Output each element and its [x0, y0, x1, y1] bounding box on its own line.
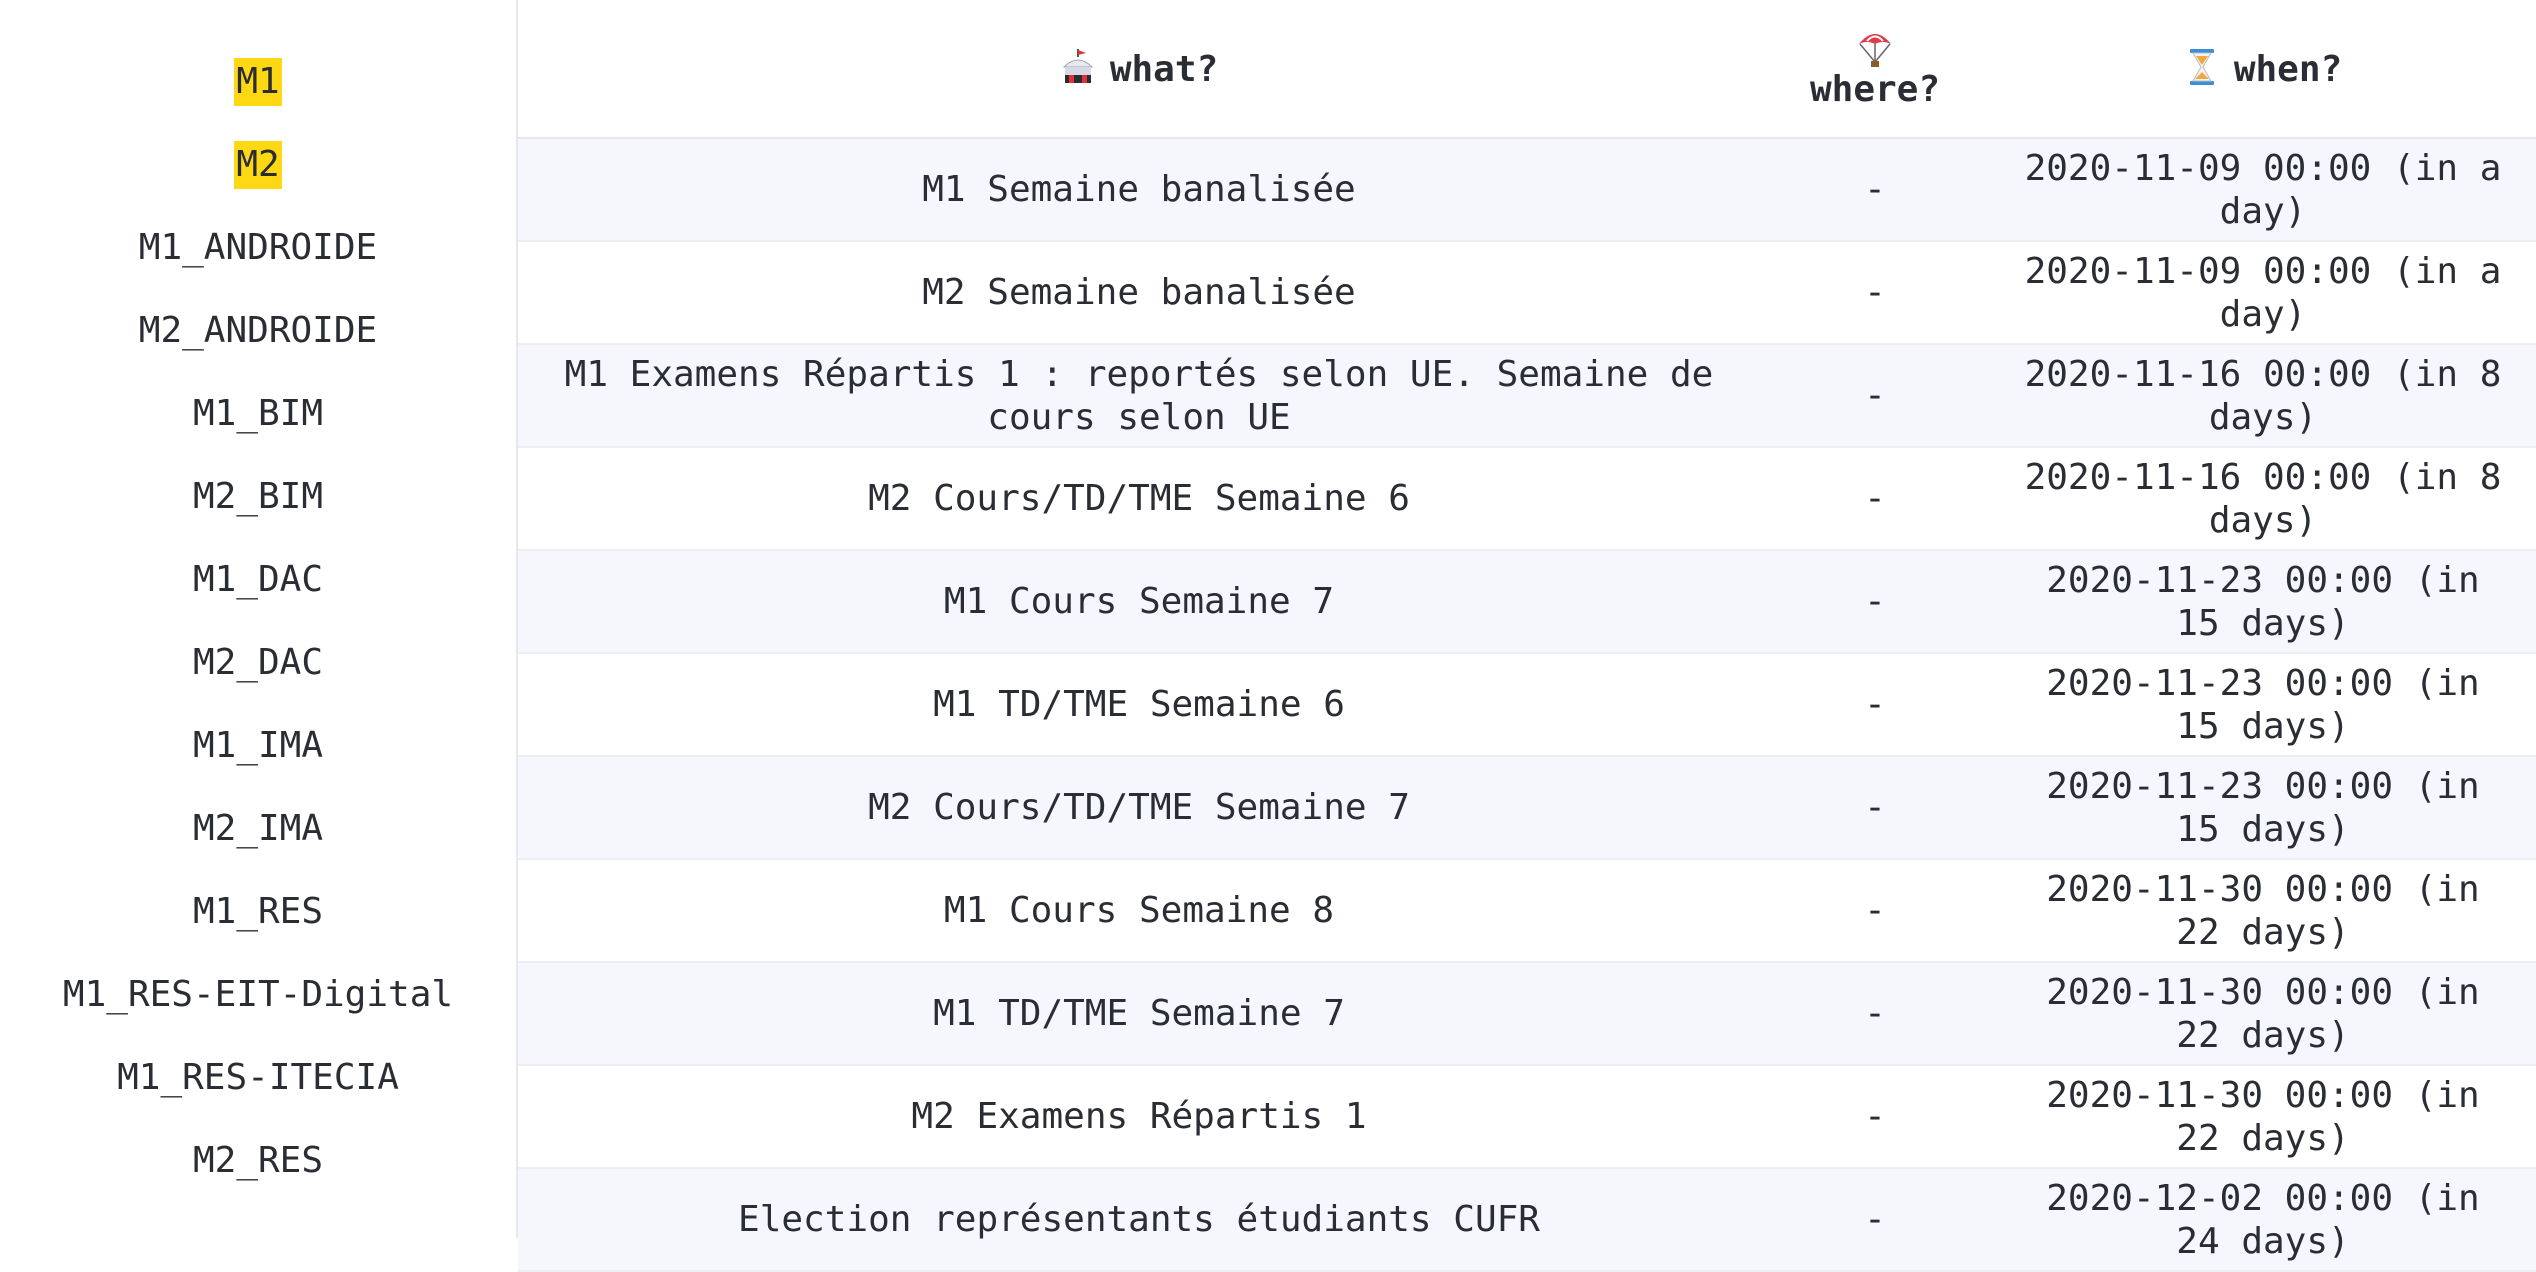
cell-when: 2020-11-09 00:00 (in a day) [2024, 250, 2502, 335]
sidebar-item-m2-dac[interactable]: M2_DAC [0, 639, 516, 722]
sidebar-item-label: M1_RES [192, 891, 324, 932]
table-row: M1 Semaine banalisée - 2020-11-09 00:00 (i… [518, 138, 2536, 241]
table-row: M1 TD/TME Semaine 7 - 2020-11-30 00:00 (in… [518, 962, 2536, 1065]
header-what-label: what? [1109, 48, 1219, 90]
sidebar-item-m1-bim[interactable]: M1_BIM [0, 390, 516, 473]
sidebar-item-label: M2_ANDROIDE [138, 310, 378, 351]
sidebar-item-label: M1_IMA [192, 725, 324, 766]
parachute-icon [1859, 33, 1891, 67]
table-row: Election représentants étudiants CUFR - 20… [518, 1168, 2536, 1271]
cell-what: M1 TD/TME Semaine 6 [933, 684, 1345, 725]
sidebar-item-label: M1_RES-EIT-Digital [62, 974, 454, 1015]
cell-when: 2020-11-30 00:00 (in 22 days) [2046, 971, 2480, 1056]
sidebar-item-label: M1_RES-ITECIA [117, 1057, 399, 1098]
sidebar-item-m2-ima[interactable]: M2_IMA [0, 805, 516, 888]
cell-when: 2020-11-16 00:00 (in 8 days) [2024, 353, 2502, 438]
table-row: M1 Examens Répartis 1 : reportés selon U… [518, 344, 2536, 447]
cell-when: 2020-11-23 00:00 (in 15 days) [2046, 559, 2480, 644]
sidebar-item-label: M1_BIM [192, 393, 324, 434]
sidebar: M1 M2 M1_ANDROIDE M2_ANDROIDE M1_BIM M2_BIM M1… [0, 0, 518, 1238]
header-when-label: when? [2233, 48, 2343, 90]
table-row: M2 Cours/TD/TME Semaine 7 - 2020-11-23 00:… [518, 756, 2536, 859]
header-when: when? [1990, 0, 2536, 138]
circus-tent-icon [1062, 48, 1094, 83]
sidebar-item-m1-dac[interactable]: M1_DAC [0, 556, 516, 639]
sidebar-item-label: M2 [234, 141, 282, 189]
cell-what: M1 TD/TME Semaine 7 [933, 993, 1345, 1034]
sidebar-item-m2-res[interactable]: M2_RES [0, 1137, 516, 1220]
cell-what: M1 Semaine banalisée [922, 169, 1356, 210]
header-where-label: where? [1809, 68, 1941, 110]
cell-where: - [1864, 169, 1886, 210]
header-what: what? [518, 0, 1760, 138]
sidebar-item-m1-res-eit-digital[interactable]: M1_RES-EIT-Digital [0, 971, 516, 1054]
sidebar-item-m2[interactable]: M2 [0, 141, 516, 224]
cell-when: 2020-12-02 00:00 (in 24 days) [2046, 1177, 2480, 1262]
table-row: M2 Cours/TD/TME Semaine 6 - 2020-11-16 00:… [518, 447, 2536, 550]
cell-where: - [1864, 890, 1886, 931]
cell-when: 2020-11-23 00:00 (in 15 days) [2046, 765, 2480, 850]
sidebar-item-m1[interactable]: M1 [0, 58, 516, 141]
sidebar-item-label: M1_DAC [192, 559, 324, 600]
cell-where: - [1864, 272, 1886, 313]
sidebar-item-label: M1 [234, 58, 282, 106]
hourglass-icon [2189, 48, 2214, 85]
header-where: where? [1760, 0, 1990, 138]
sidebar-item-label: M2_RES [192, 1140, 324, 1181]
sidebar-item-label: M2_DAC [192, 642, 324, 683]
table-row: M2 Semaine banalisée - 2020-11-09 00:00 (i… [518, 241, 2536, 344]
cell-what: M1 Cours Semaine 7 [943, 581, 1335, 622]
sidebar-item-m1-res-itecia[interactable]: M1_RES-ITECIA [0, 1054, 516, 1137]
table-body: M1 Semaine banalisée - 2020-11-09 00:00 (i… [518, 138, 2536, 1271]
cell-where: - [1864, 478, 1886, 519]
cell-where: - [1864, 1199, 1886, 1240]
group-list: M1 M2 M1_ANDROIDE M2_ANDROIDE M1_BIM M2_BIM M1… [0, 58, 516, 1220]
table-row: M1 Cours Semaine 8 - 2020-11-30 00:00 (in … [518, 859, 2536, 962]
cell-when: 2020-11-16 00:00 (in 8 days) [2024, 456, 2502, 541]
events-table: what? where? when? M1 Semaine banalisée … [518, 0, 2536, 1272]
table-row: M1 Cours Semaine 7 - 2020-11-23 00:00 (in … [518, 550, 2536, 653]
cell-what: M1 Examens Répartis 1 : reportés selon U… [564, 353, 1714, 438]
sidebar-item-label: M2_IMA [192, 808, 324, 849]
cell-when: 2020-11-09 00:00 (in a day) [2024, 147, 2502, 232]
cell-what: M2 Cours/TD/TME Semaine 6 [868, 478, 1410, 519]
cell-where: - [1864, 787, 1886, 828]
sidebar-item-label: M2_BIM [192, 476, 324, 517]
sidebar-item-m1-res[interactable]: M1_RES [0, 888, 516, 971]
sidebar-item-m1-androide[interactable]: M1_ANDROIDE [0, 224, 516, 307]
sidebar-item-label: M1_ANDROIDE [138, 227, 378, 268]
table-row: M2 Examens Répartis 1 - 2020-11-30 00:00 (… [518, 1065, 2536, 1168]
main-panel: what? where? when? M1 Semaine banalisée … [518, 0, 2536, 1271]
cell-where: - [1864, 375, 1886, 416]
table-header-row: what? where? when? [518, 0, 2536, 138]
table-row: M1 TD/TME Semaine 6 - 2020-11-23 00:00 (in… [518, 653, 2536, 756]
sidebar-item-m2-androide[interactable]: M2_ANDROIDE [0, 307, 516, 390]
cell-what: M1 Cours Semaine 8 [943, 890, 1335, 931]
cell-where: - [1864, 684, 1886, 725]
cell-when: 2020-11-30 00:00 (in 22 days) [2046, 868, 2480, 953]
cell-what: M2 Examens Répartis 1 [911, 1096, 1367, 1137]
cell-where: - [1864, 581, 1886, 622]
sidebar-item-m1-ima[interactable]: M1_IMA [0, 722, 516, 805]
cell-when: 2020-11-30 00:00 (in 22 days) [2046, 1074, 2480, 1159]
sidebar-item-m2-bim[interactable]: M2_BIM [0, 473, 516, 556]
cell-when: 2020-11-23 00:00 (in 15 days) [2046, 662, 2480, 747]
cell-what: M2 Semaine banalisée [922, 272, 1356, 313]
cell-what: M2 Cours/TD/TME Semaine 7 [868, 787, 1410, 828]
cell-what: Election représentants étudiants CUFR [738, 1199, 1540, 1240]
cell-where: - [1864, 993, 1886, 1034]
cell-where: - [1864, 1096, 1886, 1137]
